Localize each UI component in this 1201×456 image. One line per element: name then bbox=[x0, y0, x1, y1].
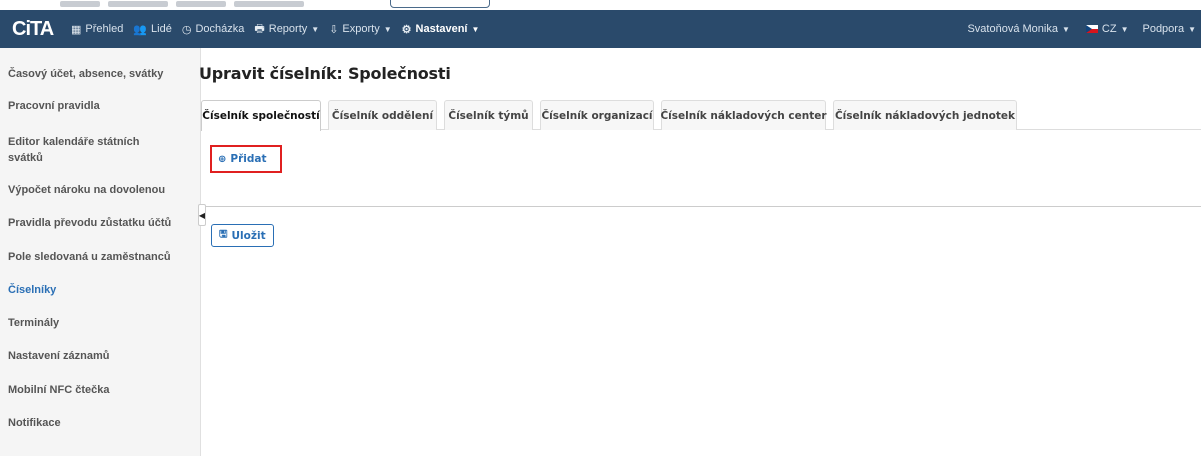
tab-bar: Číselník společností Číselník oddělení Č… bbox=[201, 100, 1201, 131]
grid-icon: ▦ bbox=[71, 23, 82, 36]
save-button[interactable]: 🖫 Uložit bbox=[211, 224, 274, 247]
sidebar-item-terminaly[interactable]: Terminály bbox=[0, 315, 77, 331]
main-content: Upravit číselník: Společnosti Číselník s… bbox=[199, 48, 1201, 456]
nav-lide[interactable]: 👥 Lidé bbox=[128, 10, 177, 48]
nav-prehled[interactable]: ▦ Přehled bbox=[66, 10, 128, 48]
highlight-box bbox=[210, 145, 282, 173]
faded-toolbar bbox=[60, 0, 360, 7]
clock-icon: ◷ bbox=[181, 23, 192, 36]
page-title: Upravit číselník: Společnosti bbox=[199, 64, 451, 83]
gear-icon: ⚙ bbox=[401, 23, 412, 36]
nav-nastaveni[interactable]: ⚙ Nastavení ▼ bbox=[397, 10, 485, 48]
users-icon: 👥 bbox=[133, 23, 148, 36]
support-menu[interactable]: Podpora ▼ bbox=[1137, 10, 1201, 48]
sidebar: Časový účet, absence, svátky Pracovní pr… bbox=[0, 48, 201, 456]
caret-down-icon: ▼ bbox=[383, 24, 392, 34]
tab-ciselnik-nakladovych-jednotek[interactable]: Číselník nákladových jednotek bbox=[833, 100, 1017, 130]
sidebar-item-editor-kalendare[interactable]: Editor kalendáře státních svátků bbox=[0, 134, 190, 166]
sidebar-item-nastaveni-zaznamu[interactable]: Nastavení záznamů bbox=[0, 348, 127, 364]
nav-right: Svatoňová Monika ▼ CZ ▼ Podpora ▼ bbox=[962, 10, 1201, 48]
top-navbar: CiTA ▦ Přehled 👥 Lidé ◷ Docházka 🖶 Reporty ▼ … bbox=[0, 10, 1201, 48]
caret-down-icon: ▼ bbox=[1120, 24, 1129, 34]
export-icon: ⇩ bbox=[329, 23, 339, 36]
sidebar-item-ciselniky[interactable]: Číselníky bbox=[0, 282, 74, 298]
caret-down-icon: ▼ bbox=[1061, 24, 1070, 34]
chevron-left-icon: ◀ bbox=[198, 210, 206, 220]
sidebar-item-notifikace[interactable]: Notifikace bbox=[0, 415, 79, 431]
language-menu[interactable]: CZ ▼ bbox=[1081, 10, 1134, 48]
sidebar-item-pravidla-prevodu[interactable]: Pravidla převodu zůstatku účtů bbox=[0, 215, 189, 231]
tab-ciselnik-spolecnosti[interactable]: Číselník společností bbox=[201, 100, 321, 131]
sidebar-item-pracovni-pravidla[interactable]: Pracovní pravidla bbox=[0, 98, 118, 114]
tab-ciselnik-tymu[interactable]: Číselník týmů bbox=[444, 100, 533, 130]
tab-ciselnik-organizaci[interactable]: Číselník organizací bbox=[540, 100, 654, 130]
top-strip bbox=[0, 0, 1201, 10]
sidebar-item-mobilni-nfc[interactable]: Mobilní NFC čtečka bbox=[0, 382, 127, 398]
czech-flag-icon bbox=[1085, 25, 1098, 33]
user-menu[interactable]: Svatoňová Monika ▼ bbox=[962, 10, 1074, 48]
nav-reporty[interactable]: 🖶 Reporty ▼ bbox=[249, 10, 324, 48]
sidebar-item-casovy-ucet[interactable]: Časový účet, absence, svátky bbox=[0, 66, 181, 82]
sidebar-item-pole-sledovana[interactable]: Pole sledovaná u zaměstnanců bbox=[0, 249, 189, 265]
nav-exporty[interactable]: ⇩ Exporty ▼ bbox=[324, 10, 396, 48]
nav-dochazka[interactable]: ◷ Docházka bbox=[177, 10, 250, 48]
faded-button bbox=[390, 0, 490, 8]
section-divider bbox=[201, 206, 1201, 207]
caret-down-icon: ▼ bbox=[311, 24, 320, 34]
floppy-disk-icon: 🖫 bbox=[219, 229, 228, 240]
caret-down-icon: ▼ bbox=[471, 24, 480, 34]
tab-ciselnik-nakladovych-center[interactable]: Číselník nákladových center bbox=[660, 100, 827, 130]
sidebar-collapse-toggle[interactable]: ◀ bbox=[198, 204, 206, 226]
app-logo[interactable]: CiTA bbox=[0, 10, 66, 48]
print-icon: 🖶 bbox=[254, 22, 265, 35]
tab-ciselnik-oddeleni[interactable]: Číselník oddělení bbox=[328, 100, 437, 130]
sidebar-item-vypocet-naroku[interactable]: Výpočet nároku na dovolenou bbox=[0, 182, 183, 198]
caret-down-icon: ▼ bbox=[1188, 24, 1196, 34]
